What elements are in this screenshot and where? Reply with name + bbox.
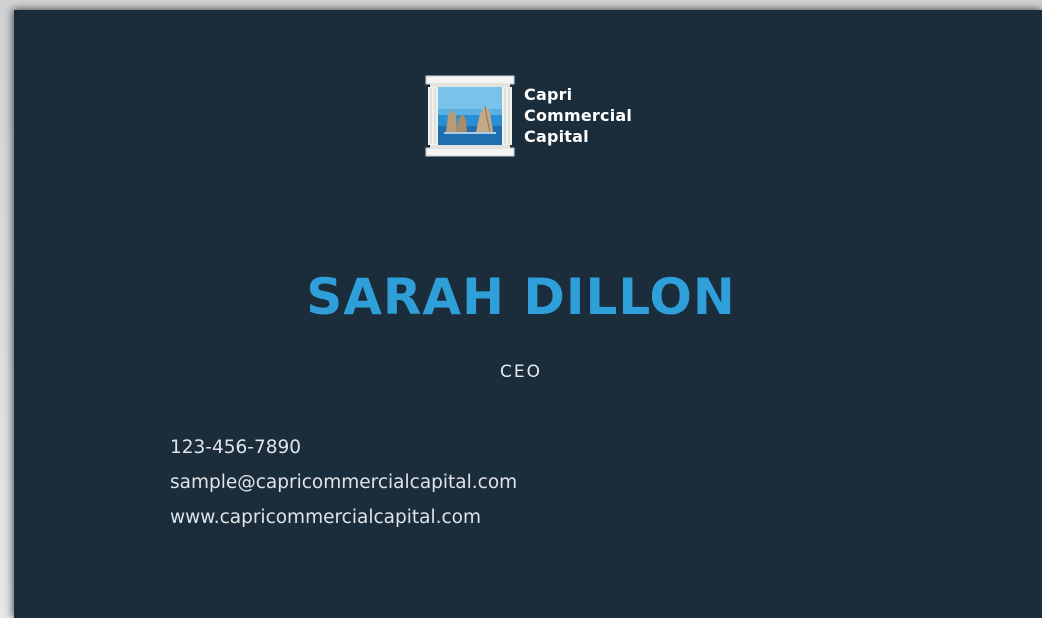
contact-details: 123-456-7890 sample@capricommercialcapit… — [170, 430, 517, 535]
company-name-line-1: Capri — [524, 85, 573, 104]
company-name-line-2: Commercial — [524, 106, 633, 125]
company-name-line-3: Capital — [524, 127, 589, 146]
company-name: Capri Commercial Capital — [524, 84, 632, 147]
website-url: www.capricommercialcapital.com — [170, 507, 481, 528]
column-frame-logo-icon — [425, 75, 515, 157]
email-address: sample@capricommercialcapital.com — [170, 472, 518, 493]
phone-number: 123-456-7890 — [170, 437, 302, 458]
person-name: SARAH DILLON — [306, 268, 736, 326]
business-card: Capri Commercial Capital SARAH DILLON CE… — [14, 10, 1042, 618]
company-logo: Capri Commercial Capital — [424, 74, 664, 160]
person-title: CEO — [500, 362, 542, 382]
